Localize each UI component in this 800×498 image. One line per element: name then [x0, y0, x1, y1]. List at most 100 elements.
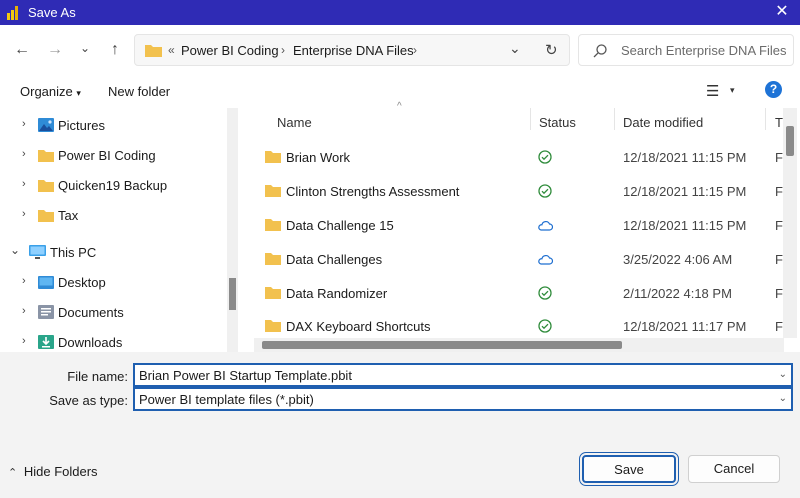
column-divider[interactable] [530, 108, 531, 130]
sidebar-item-quicken19-backup[interactable]: › Quicken19 Backup [0, 176, 226, 196]
column-header-name[interactable]: Name [277, 115, 312, 130]
pictures-folder-icon [38, 118, 54, 132]
chevron-down-icon: ▾ [76, 88, 81, 98]
sidebar-item-this-pc[interactable]: ⌄ This PC [0, 243, 226, 263]
file-name: DAX Keyboard Shortcuts [286, 319, 431, 334]
save-button[interactable]: Save [579, 452, 679, 486]
file-name-value[interactable]: Brian Power BI Startup Template.pbit [139, 368, 352, 383]
list-item[interactable]: Data Challenges 3/25/2022 4:06 AM F [262, 248, 783, 270]
column-divider[interactable] [614, 108, 615, 130]
chevron-right-icon[interactable]: › [22, 335, 26, 347]
sidebar-item-label: This PC [50, 245, 97, 260]
column-divider[interactable] [765, 108, 766, 130]
address-dropdown-icon[interactable]: ⌄ [509, 40, 521, 57]
organize-button[interactable]: Organize ▾ [20, 84, 81, 99]
column-header-status[interactable]: Status [539, 115, 576, 130]
sidebar-item-power-bi-coding[interactable]: › Power BI Coding [0, 146, 226, 166]
list-item[interactable]: DAX Keyboard Shortcuts 12/18/2021 11:17 … [262, 315, 783, 337]
file-name: Brian Work [286, 150, 351, 165]
sidebar-item-pictures[interactable]: › Pictures [0, 116, 226, 136]
chevron-right-icon[interactable]: › [22, 178, 26, 190]
cloud-icon [538, 254, 553, 265]
window-title: Save As [28, 5, 76, 20]
hide-folders-button[interactable]: ⌃ Hide Folders [8, 464, 98, 482]
list-item[interactable]: Clinton Strengths Assessment 12/18/2021 … [262, 180, 783, 202]
nav-scrollbar-thumb[interactable] [229, 278, 236, 310]
breadcrumb-separator[interactable]: › [413, 43, 417, 57]
search-box[interactable]: Search Enterprise DNA Files [578, 34, 794, 66]
file-type: F [775, 150, 783, 165]
sidebar-item-desktop[interactable]: › Desktop [0, 273, 226, 293]
folder-icon [38, 150, 54, 162]
chevron-down-icon[interactable]: ⌄ [10, 243, 20, 257]
chevron-right-icon[interactable]: › [22, 148, 26, 160]
file-date-modified: 12/18/2021 11:17 PM [623, 319, 747, 334]
synced-check-icon [538, 184, 552, 198]
folder-icon [265, 253, 281, 265]
save-as-type-value[interactable]: Power BI template files (*.pbit) [139, 392, 314, 407]
file-name: Data Randomizer [286, 286, 388, 301]
forward-button[interactable]: → [44, 39, 66, 61]
folder-icon [38, 210, 54, 222]
sidebar-item-tax[interactable]: › Tax [0, 206, 226, 226]
help-icon[interactable]: ? [765, 81, 782, 98]
chevron-right-icon[interactable]: › [22, 275, 26, 287]
column-header-date-modified[interactable]: Date modified [623, 115, 703, 130]
power-bi-icon [7, 6, 18, 20]
folder-icon [265, 219, 281, 231]
vertical-scrollbar-thumb[interactable] [786, 126, 794, 156]
sidebar-item-label: Pictures [58, 118, 105, 133]
file-type: F [775, 286, 783, 301]
pc-icon [29, 245, 46, 259]
synced-check-icon [538, 286, 552, 300]
downloads-folder-icon [38, 335, 54, 349]
folder-icon [265, 185, 281, 197]
breadcrumb-enterprise-dna-files[interactable]: Enterprise DNA Files [293, 43, 414, 58]
file-date-modified: 12/18/2021 11:15 PM [623, 184, 747, 199]
list-item[interactable]: Data Randomizer 2/11/2022 4:18 PM F [262, 282, 783, 304]
horizontal-scrollbar-thumb[interactable] [262, 341, 622, 349]
sidebar-item-downloads[interactable]: › Downloads [0, 333, 226, 352]
up-button[interactable]: ↑ [104, 39, 126, 61]
column-header-type[interactable]: T [775, 115, 783, 130]
file-type: F [775, 252, 783, 267]
search-input[interactable]: Search Enterprise DNA Files [621, 43, 786, 58]
save-as-type-label: Save as type: [49, 393, 128, 408]
folder-icon [38, 180, 54, 192]
save-as-type-select[interactable]: Power BI template files (*.pbit) ⌄ [133, 387, 793, 411]
list-item[interactable]: Brian Work 12/18/2021 11:15 PM F [262, 146, 783, 168]
hide-folders-label: Hide Folders [23, 464, 98, 479]
chevron-down-icon[interactable]: ⌄ [779, 393, 787, 404]
sidebar-item-documents[interactable]: › Documents [0, 303, 226, 323]
list-item[interactable]: Data Challenge 15 12/18/2021 11:15 PM F [262, 214, 783, 236]
refresh-icon[interactable]: ↻ [545, 41, 558, 59]
file-name: Clinton Strengths Assessment [286, 184, 460, 199]
folder-icon [145, 45, 162, 57]
back-button[interactable]: ← [11, 39, 33, 61]
breadcrumb-power-bi-coding[interactable]: Power BI Coding [181, 43, 279, 58]
chevron-right-icon[interactable]: › [22, 118, 26, 130]
sidebar-item-label: Documents [58, 305, 124, 320]
folder-icon [265, 320, 281, 332]
chevron-right-icon[interactable]: › [22, 305, 26, 317]
sidebar-item-label: Downloads [58, 335, 123, 350]
file-name: Data Challenges [286, 252, 383, 267]
address-bar[interactable]: « Power BI Coding › Enterprise DNA Files… [134, 34, 570, 66]
breadcrumb-overflow[interactable]: « [168, 43, 175, 57]
nav-scrollbar[interactable] [227, 108, 238, 352]
file-name: Data Challenge 15 [286, 218, 394, 233]
recent-locations-button[interactable]: ⌄ [74, 37, 96, 59]
chevron-right-icon[interactable]: › [22, 208, 26, 220]
synced-check-icon [538, 319, 552, 333]
chevron-down-icon[interactable]: ⌄ [779, 369, 787, 380]
cancel-button[interactable]: Cancel [688, 455, 780, 483]
file-type: F [775, 184, 783, 199]
file-name-field[interactable]: Brian Power BI Startup Template.pbit ⌄ [133, 363, 793, 387]
file-type: F [775, 319, 783, 334]
synced-check-icon [538, 150, 552, 164]
close-icon[interactable]: ✕ [772, 2, 792, 22]
chevron-down-icon[interactable]: ▾ [730, 85, 735, 96]
view-options-icon[interactable]: ☰ [706, 82, 719, 100]
file-date-modified: 12/18/2021 11:15 PM [623, 150, 747, 165]
new-folder-button[interactable]: New folder [108, 84, 170, 99]
